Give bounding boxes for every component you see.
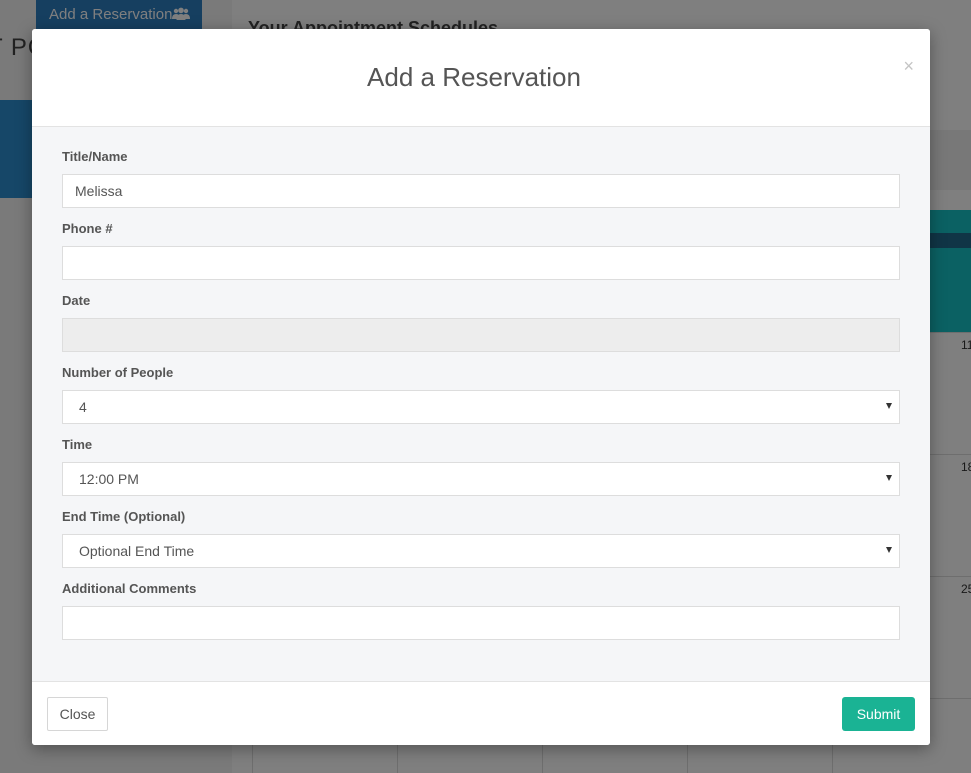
title-name-label: Title/Name bbox=[62, 149, 128, 164]
comments-label: Additional Comments bbox=[62, 581, 197, 596]
people-label: Number of People bbox=[62, 365, 174, 380]
time-label: Time bbox=[62, 437, 93, 452]
people-select[interactable]: 4 bbox=[62, 390, 900, 424]
modal-footer: Close Submit bbox=[32, 681, 930, 745]
phone-input[interactable] bbox=[62, 246, 900, 280]
submit-button[interactable]: Submit bbox=[842, 697, 915, 731]
time-select[interactable]: 12:00 PM bbox=[62, 462, 900, 496]
comments-input[interactable] bbox=[62, 606, 900, 640]
phone-field: Phone # bbox=[62, 221, 900, 280]
date-field: Date bbox=[62, 293, 900, 352]
date-label: Date bbox=[62, 293, 91, 308]
people-select-value: 4 bbox=[79, 399, 87, 415]
end-time-field: End Time (Optional) Optional End Time bbox=[62, 509, 900, 568]
phone-label: Phone # bbox=[62, 221, 113, 236]
title-name-input[interactable]: Melissa bbox=[62, 174, 900, 208]
title-name-field: Title/Name Melissa bbox=[62, 149, 900, 208]
end-time-select-value: Optional End Time bbox=[79, 543, 195, 559]
modal-header: Add a Reservation × bbox=[32, 29, 930, 127]
caret-down-icon bbox=[886, 403, 892, 409]
people-field: Number of People 4 bbox=[62, 365, 900, 424]
caret-down-icon bbox=[886, 475, 892, 481]
end-time-select[interactable]: Optional End Time bbox=[62, 534, 900, 568]
close-icon[interactable]: × bbox=[903, 57, 914, 75]
date-input[interactable] bbox=[62, 318, 900, 352]
comments-field: Additional Comments bbox=[62, 581, 900, 640]
caret-down-icon bbox=[886, 547, 892, 553]
close-button[interactable]: Close bbox=[47, 697, 108, 731]
end-time-label: End Time (Optional) bbox=[62, 509, 186, 524]
add-reservation-modal: Add a Reservation × Title/Name Melissa P… bbox=[32, 29, 930, 745]
modal-title: Add a Reservation bbox=[367, 62, 581, 92]
time-select-value: 12:00 PM bbox=[79, 471, 139, 487]
time-field: Time 12:00 PM bbox=[62, 437, 900, 496]
